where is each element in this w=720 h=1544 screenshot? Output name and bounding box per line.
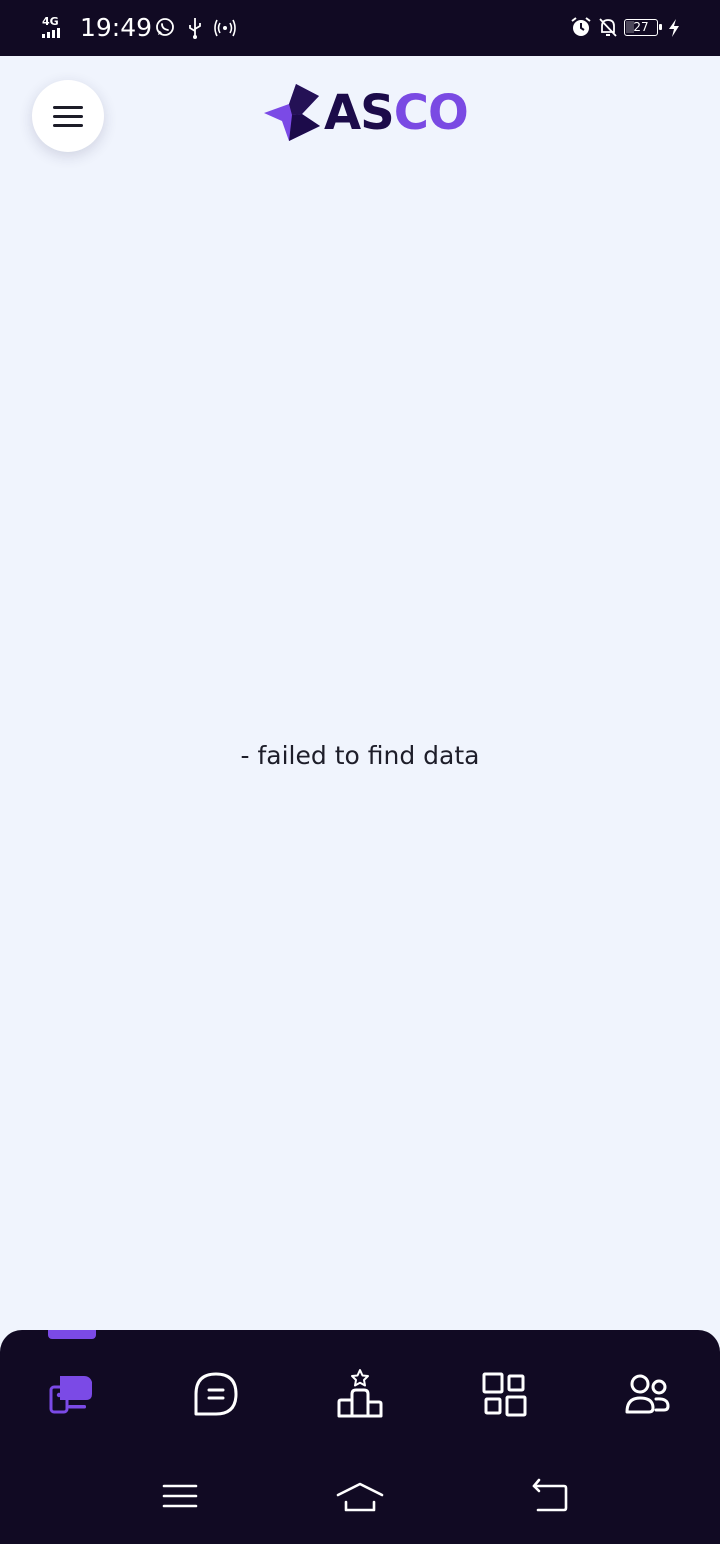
bottom-nav — [0, 1330, 720, 1544]
nav-item-leaderboard[interactable] — [334, 1368, 386, 1420]
app-logo: ASCO — [262, 80, 469, 146]
usb-icon — [189, 18, 201, 39]
grid-icon — [482, 1372, 527, 1417]
nav-item-users[interactable] — [622, 1368, 674, 1420]
chat-icon — [194, 1372, 238, 1416]
charging-icon — [669, 19, 679, 37]
battery-level: 27 — [633, 20, 649, 34]
battery-icon: 27 — [624, 19, 662, 36]
system-back-button[interactable] — [526, 1472, 574, 1520]
nav-item-cards[interactable] — [46, 1368, 98, 1420]
menu-button[interactable] — [32, 80, 104, 152]
logo-text: ASCO — [324, 82, 469, 144]
star-logo-icon — [264, 84, 320, 141]
leaderboard-icon — [337, 1369, 383, 1418]
logo-text-part1: AS — [324, 85, 395, 141]
status-bar: 4G 19:49 27 — [0, 0, 720, 56]
hotspot-icon — [214, 19, 236, 37]
nav-item-grid[interactable] — [478, 1368, 530, 1420]
hamburger-line — [53, 106, 83, 109]
nav-item-chat[interactable] — [190, 1368, 242, 1420]
empty-state-message: - failed to find data — [240, 741, 480, 770]
status-time: 19:49 — [80, 13, 153, 42]
back-icon — [532, 1478, 568, 1512]
active-tab-indicator — [48, 1330, 96, 1339]
users-icon — [625, 1374, 670, 1414]
bell-off-icon — [599, 18, 617, 37]
signal-icon: 4G — [42, 16, 76, 40]
home-icon — [336, 1482, 384, 1512]
logo-text-part2: CO — [393, 85, 469, 141]
system-menu-button[interactable] — [156, 1472, 204, 1520]
whatsapp-icon — [156, 18, 174, 36]
cards-icon — [49, 1376, 92, 1414]
alarm-icon — [571, 17, 591, 36]
menu-icon — [162, 1484, 198, 1508]
hamburger-line — [53, 124, 83, 127]
hamburger-line — [53, 115, 83, 118]
system-home-button[interactable] — [336, 1472, 384, 1520]
